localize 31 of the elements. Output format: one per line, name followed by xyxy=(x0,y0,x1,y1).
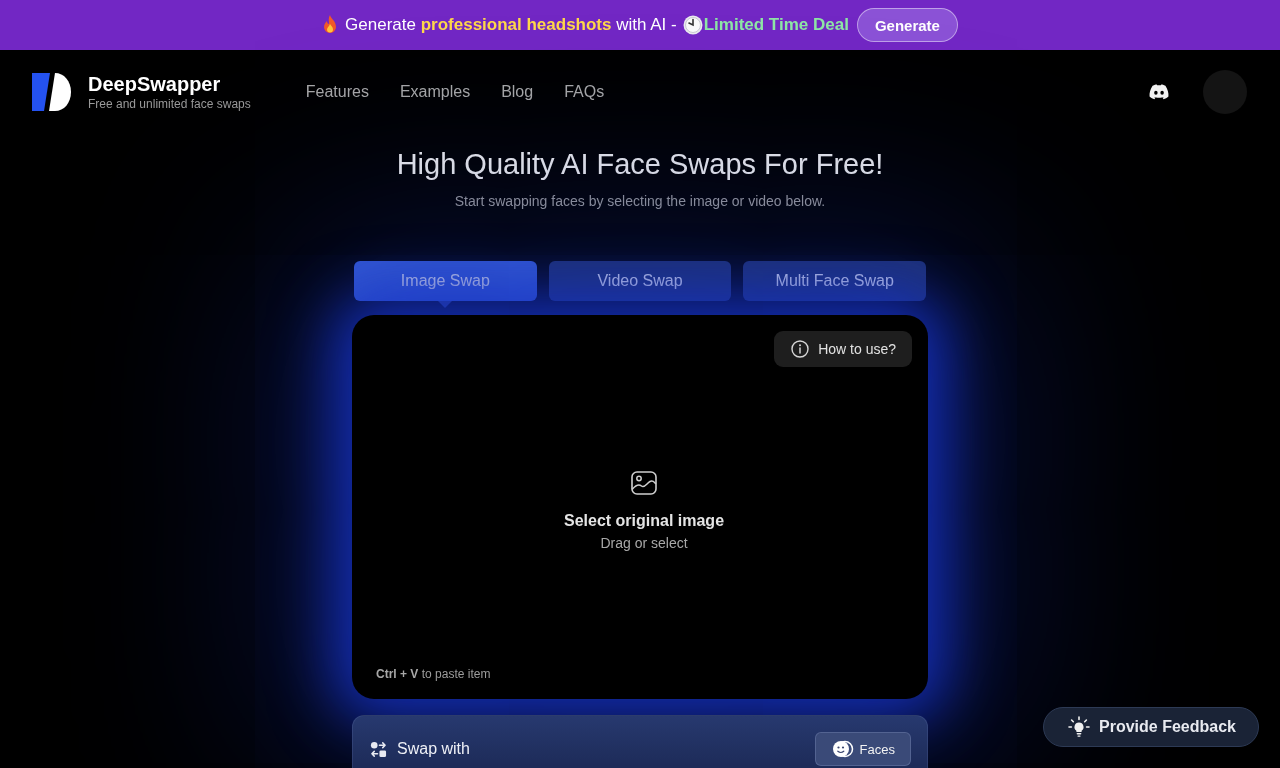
logo-icon[interactable] xyxy=(32,73,72,111)
generate-button[interactable]: Generate xyxy=(856,8,958,42)
clock-icon xyxy=(682,15,703,35)
lightbulb-icon xyxy=(1068,716,1091,738)
upload-dropzone[interactable]: How to use? Select original image Drag or select Ctrl + V to paste item xyxy=(352,315,928,699)
promo-text: Generate professional headshots with AI - xyxy=(345,15,677,35)
nav-link[interactable]: FAQs xyxy=(564,83,605,101)
feedback-button[interactable]: Provide Feedback xyxy=(1043,707,1259,747)
swap-with-label: Swap with xyxy=(397,740,470,758)
upload-hint: Drag or select xyxy=(600,533,688,552)
tab-pointer-icon xyxy=(438,301,453,308)
brand-tagline: Free and unlimited face swaps xyxy=(88,96,251,112)
page-subtitle: Start swapping faces by selecting the image or video below. xyxy=(453,192,827,210)
nav-link[interactable]: Features xyxy=(305,83,369,101)
brand-name[interactable]: DeepSwapper xyxy=(88,72,251,96)
page-title: High Quality AI Face Swaps For Free! xyxy=(395,147,885,182)
swap-icon xyxy=(370,740,387,758)
tab[interactable]: Video Swap xyxy=(548,261,732,301)
image-icon xyxy=(631,470,657,495)
tab[interactable]: Multi Face Swap xyxy=(743,261,926,301)
how-to-use-button[interactable]: How to use? xyxy=(774,331,912,367)
upload-title: Select original image xyxy=(563,510,725,531)
faces-icon xyxy=(831,740,854,758)
discord-icon[interactable] xyxy=(1148,83,1170,101)
flame-icon xyxy=(322,15,339,35)
info-icon xyxy=(791,340,810,358)
deal-text: Limited Time Deal xyxy=(703,15,849,35)
nav-link[interactable]: Examples xyxy=(399,83,471,101)
nav-link[interactable]: Blog xyxy=(501,83,534,101)
faces-button[interactable]: Faces xyxy=(814,732,911,766)
paste-hint: Ctrl + V to paste item xyxy=(376,667,491,681)
